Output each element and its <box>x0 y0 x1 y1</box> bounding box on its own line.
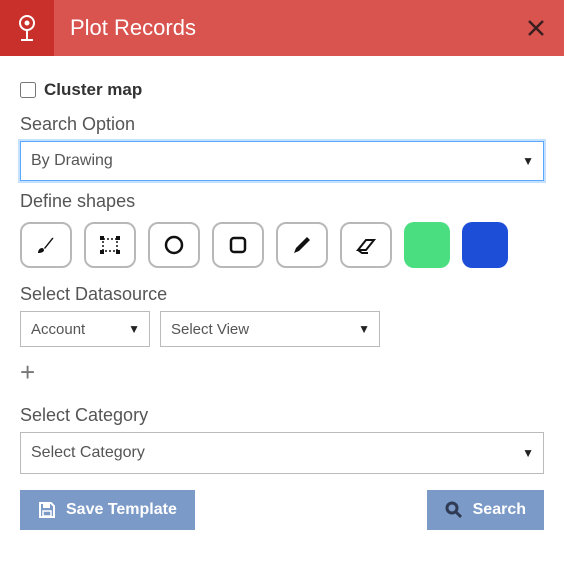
search-button-label: Search <box>473 501 526 519</box>
search-option-label: Search Option <box>20 114 544 135</box>
define-shapes-label: Define shapes <box>20 191 544 212</box>
datasource-view-select[interactable]: Select View <box>160 311 380 347</box>
save-template-label: Save Template <box>66 501 177 519</box>
cluster-map-label: Cluster map <box>44 80 142 100</box>
shape-tools-row <box>20 222 544 268</box>
pencil-tool-button[interactable] <box>276 222 328 268</box>
category-select[interactable]: Select Category <box>20 432 544 474</box>
datasource-entity-wrap: Account ▼ <box>20 311 150 347</box>
save-icon <box>38 501 56 519</box>
search-option-value: By Drawing <box>31 152 113 170</box>
map-pin-icon <box>16 14 38 42</box>
square-icon <box>226 233 250 257</box>
datasource-entity-value: Account <box>31 321 85 338</box>
button-row: Save Template Search <box>20 490 544 530</box>
brush-tool-button[interactable] <box>20 222 72 268</box>
eraser-icon <box>353 233 379 257</box>
datasource-entity-select[interactable]: Account <box>20 311 150 347</box>
select-category-label: Select Category <box>20 405 544 426</box>
eraser-tool-button[interactable] <box>340 222 392 268</box>
plus-icon: + <box>20 357 35 387</box>
datasource-view-wrap: Select View ▼ <box>160 311 380 347</box>
cluster-map-row: Cluster map <box>20 80 544 100</box>
close-icon <box>526 18 546 38</box>
save-template-button[interactable]: Save Template <box>20 490 195 530</box>
search-option-select-wrap: By Drawing ▼ <box>20 141 544 181</box>
header-title: Plot Records <box>54 0 508 56</box>
header-app-icon <box>0 0 54 56</box>
search-icon <box>445 501 463 519</box>
datasource-view-value: Select View <box>171 321 249 338</box>
search-option-select[interactable]: By Drawing <box>20 141 544 181</box>
color-swatch-1[interactable] <box>404 222 450 268</box>
square-tool-button[interactable] <box>212 222 264 268</box>
datasource-row: Account ▼ Select View ▼ <box>20 311 544 347</box>
circle-tool-button[interactable] <box>148 222 200 268</box>
transform-tool-button[interactable] <box>84 222 136 268</box>
header: Plot Records <box>0 0 564 56</box>
category-select-wrap: Select Category ▼ <box>20 432 544 474</box>
brush-icon <box>34 233 58 257</box>
close-button[interactable] <box>508 0 564 56</box>
category-value: Select Category <box>31 444 145 462</box>
select-datasource-label: Select Datasource <box>20 284 544 305</box>
search-button[interactable]: Search <box>427 490 544 530</box>
body: Cluster map Search Option By Drawing ▼ D… <box>0 56 564 550</box>
cluster-map-checkbox[interactable] <box>20 82 36 98</box>
pencil-icon <box>290 233 314 257</box>
add-datasource-button[interactable]: + <box>20 359 35 385</box>
transform-icon <box>97 233 123 257</box>
color-swatch-2[interactable] <box>462 222 508 268</box>
circle-icon <box>162 233 186 257</box>
